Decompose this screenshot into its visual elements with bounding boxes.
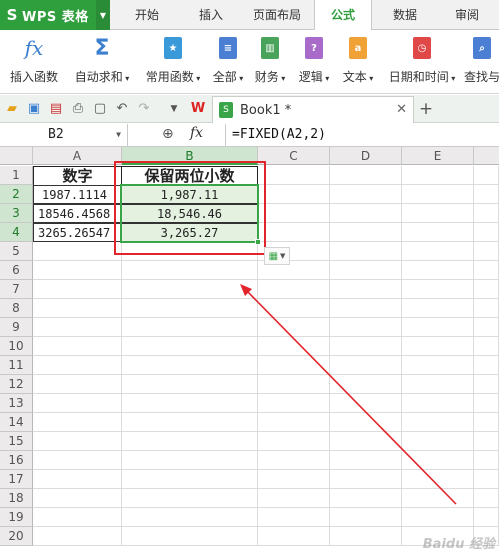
row-header-19[interactable]: 19 — [0, 508, 33, 527]
sigma-icon: Σ — [94, 35, 110, 61]
lookup-book-icon: ⌕ — [471, 36, 493, 60]
tab-data[interactable]: 数据 — [372, 0, 438, 30]
wps-logo-icon: S — [6, 6, 18, 24]
name-box-chevron-icon[interactable]: ▼ — [116, 124, 121, 146]
annotation-arrow — [240, 284, 457, 505]
tab-review[interactable]: 审阅 — [438, 0, 496, 30]
redo-icon[interactable]: ↷ — [136, 101, 152, 117]
fx-icon: fx — [24, 36, 44, 60]
formula-tools: ⊕ fx — [128, 124, 226, 146]
lookup-button[interactable]: ⌕ 查找与 — [462, 34, 499, 90]
row-header-2[interactable]: 2 — [0, 185, 33, 204]
insert-function-button[interactable]: fx 插入函数 — [6, 34, 62, 90]
save-icon[interactable]: ▣ — [26, 101, 42, 117]
open-folder-icon[interactable]: ▰ — [4, 101, 20, 117]
tab-formulas[interactable]: 公式 — [314, 0, 372, 31]
finance-book-icon: ▥ — [259, 36, 281, 60]
formula-input[interactable]: =FIXED(A2,2) — [232, 124, 326, 146]
app-menu-button[interactable]: S WPS 表格 ▼ — [0, 0, 110, 30]
logic-button[interactable]: ? 逻辑 ▾ — [296, 34, 332, 90]
row-header-20[interactable]: 20 — [0, 527, 33, 546]
new-tab-plus-icon[interactable]: + — [418, 101, 434, 118]
finance-button[interactable]: ▥ 财务 ▾ — [252, 34, 288, 90]
book-icon: ≡ — [217, 36, 239, 60]
watermark: Baidu 经验 — [422, 537, 495, 552]
row-header-6[interactable]: 6 — [0, 261, 33, 280]
app-menu-chevron-icon[interactable]: ▼ — [96, 0, 110, 30]
name-box[interactable]: B2 ▼ — [0, 124, 128, 146]
text-functions-button[interactable]: a 文本 ▾ — [338, 34, 378, 90]
undo-icon[interactable]: ↶ — [114, 101, 130, 117]
fx-button[interactable]: fx — [190, 125, 203, 141]
question-book-icon: ? — [303, 36, 325, 60]
row-header-4[interactable]: 4 — [0, 223, 33, 242]
row-header-3[interactable]: 3 — [0, 204, 33, 223]
spreadsheet-grid[interactable]: A B C D E 数字 保留两位小数 1987.1114 18546.4568… — [0, 147, 499, 554]
tab-home[interactable]: 开始 — [112, 0, 182, 30]
common-functions-button[interactable]: ★ 常用函数 ▾ — [140, 34, 206, 90]
all-functions-button[interactable]: ≡ 全部 ▾ — [208, 34, 248, 90]
print-icon[interactable]: ⎙ — [70, 101, 86, 117]
autosum-button[interactable]: Σ 自动求和 ▾ — [70, 34, 134, 90]
row-header-14[interactable]: 14 — [0, 413, 33, 432]
wps-w-logo-icon[interactable]: W — [190, 101, 206, 117]
star-book-icon: ★ — [162, 36, 184, 60]
row-header-18[interactable]: 18 — [0, 489, 33, 508]
row-header-10[interactable]: 10 — [0, 337, 33, 356]
zoom-icon[interactable]: ⊕ — [162, 126, 174, 142]
datetime-button[interactable]: ◷ 日期和时间 ▾ — [384, 34, 460, 90]
clock-book-icon: ◷ — [411, 36, 433, 60]
row-header-8[interactable]: 8 — [0, 299, 33, 318]
ribbon: fx 插入函数 Σ 自动求和 ▾ ★ 常用函数 ▾ ≡ 全部 ▾ ▥ 财务 ▾ … — [0, 30, 499, 94]
print-preview-icon[interactable]: ▢ — [92, 101, 108, 117]
document-title: Book1 * — [240, 102, 292, 118]
export-pdf-icon[interactable]: ▤ — [48, 101, 64, 117]
row-header-15[interactable]: 15 — [0, 432, 33, 451]
row-header-16[interactable]: 16 — [0, 451, 33, 470]
app-name: WPS 表格 — [22, 9, 89, 25]
row-header-11[interactable]: 11 — [0, 356, 33, 375]
row-header-17[interactable]: 17 — [0, 470, 33, 489]
row-header-5[interactable]: 5 — [0, 242, 33, 261]
row-header-9[interactable]: 9 — [0, 318, 33, 337]
quick-access-toolbar: ▰ ▣ ▤ ⎙ ▢ ↶ ↷ ▼ W S Book1 * ✕ + — [0, 95, 499, 123]
tab-insert[interactable]: 插入 — [182, 0, 240, 30]
document-tab[interactable]: S Book1 * ✕ — [212, 96, 414, 123]
row-header-13[interactable]: 13 — [0, 394, 33, 413]
spreadsheet-icon: S — [219, 102, 233, 118]
customize-toolbar-chevron-icon[interactable]: ▼ — [166, 101, 182, 117]
row-header-12[interactable]: 12 — [0, 375, 33, 394]
formula-bar: B2 ▼ ⊕ fx =FIXED(A2,2) — [0, 123, 499, 147]
row-header-1[interactable]: 1 — [0, 166, 33, 185]
tab-page-layout[interactable]: 页面布局 — [240, 0, 314, 30]
ribbon-tab-bar: S WPS 表格 ▼ 开始 插入 页面布局 公式 数据 审阅 — [0, 0, 499, 31]
text-book-icon: a — [347, 36, 369, 60]
row-header-7[interactable]: 7 — [0, 280, 33, 299]
close-tab-icon[interactable]: ✕ — [396, 102, 407, 117]
